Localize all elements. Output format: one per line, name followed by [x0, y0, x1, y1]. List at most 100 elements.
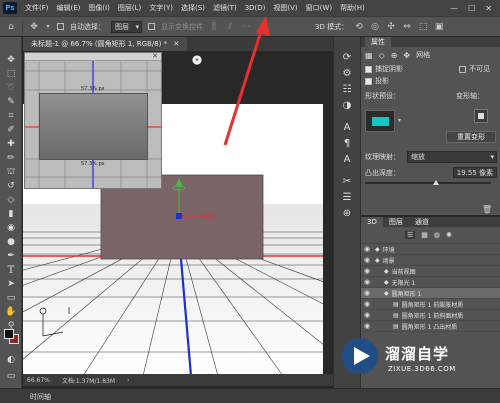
- more-options-icon[interactable]: ⋯: [241, 22, 251, 32]
- path-select-icon[interactable]: ➤: [0, 277, 22, 291]
- eyedropper-tool-icon[interactable]: ✐: [0, 123, 22, 137]
- visibility-eye-icon[interactable]: ◉: [361, 245, 373, 253]
- secondary-view-close-icon[interactable]: ✕: [152, 52, 158, 60]
- dodge-tool-icon[interactable]: ●: [0, 235, 22, 249]
- scene-list-item[interactable]: ◉ ▤ 圆角矩形 1 前膨胀材质: [361, 299, 500, 310]
- visibility-eye-icon[interactable]: ◉: [361, 267, 373, 275]
- menu-image[interactable]: 图像(I): [84, 3, 114, 13]
- distribute-icon[interactable]: ⫽: [225, 22, 235, 32]
- properties-tab[interactable]: 属性: [365, 37, 391, 47]
- menu-3d[interactable]: 3D(D): [241, 4, 270, 12]
- scale-3d-icon[interactable]: ⬚: [418, 22, 428, 32]
- crop-tool-icon[interactable]: ⌗: [0, 109, 22, 123]
- filter-material-icon[interactable]: ◍: [434, 231, 440, 239]
- tab-layers[interactable]: 图层: [383, 217, 409, 227]
- properties-panel-icon[interactable]: ⚙: [334, 65, 360, 81]
- menu-view[interactable]: 视图(V): [269, 3, 301, 13]
- tools-icon[interactable]: ✂: [334, 173, 360, 189]
- menu-select[interactable]: 选择(S): [177, 3, 209, 13]
- status-arrow-icon[interactable]: ›: [127, 377, 129, 384]
- menu-edit[interactable]: 编辑(E): [53, 3, 85, 13]
- healing-brush-icon[interactable]: ✚: [0, 137, 22, 151]
- visibility-eye-icon[interactable]: ◉: [361, 289, 373, 297]
- adjustments-icon[interactable]: ☷: [334, 81, 360, 97]
- close-window-button[interactable]: ✕: [485, 4, 492, 13]
- texture-map-dropdown[interactable]: 缩放: [407, 151, 497, 163]
- screen-mode-icon[interactable]: ▭: [0, 369, 22, 383]
- visibility-eye-icon[interactable]: ◉: [361, 278, 373, 286]
- tab-channels[interactable]: 通道: [409, 217, 435, 227]
- filter-mesh-icon[interactable]: ▦: [421, 231, 428, 239]
- invisible-checkbox[interactable]: [459, 65, 466, 73]
- extrusion-depth-slider-thumb[interactable]: [433, 180, 439, 185]
- maximize-button[interactable]: ☐: [468, 4, 475, 13]
- slide-3d-icon[interactable]: ⇔: [402, 22, 412, 32]
- document-tab[interactable]: 未标题-1 @ 66.7% (圆角矩形 1, RGB/8) * ✕: [23, 37, 188, 51]
- cast-shadow-checkbox[interactable]: [365, 77, 372, 85]
- color-icon[interactable]: ◑: [334, 97, 360, 113]
- history-icon[interactable]: ⟳: [334, 49, 360, 65]
- show-transform-checkbox[interactable]: [148, 23, 155, 30]
- visibility-eye-icon[interactable]: ◉: [361, 300, 373, 308]
- quick-select-tool-icon[interactable]: ✎: [0, 95, 22, 109]
- filter-scene-icon[interactable]: ☰: [405, 231, 416, 239]
- foreground-color-swatch[interactable]: [4, 329, 14, 339]
- roll-3d-icon[interactable]: ◎: [370, 22, 380, 32]
- menu-filter[interactable]: 滤镜(T): [209, 3, 241, 13]
- libraries-icon[interactable]: ☰: [334, 189, 360, 205]
- gradient-tool-icon[interactable]: ▮: [0, 207, 22, 221]
- timeline-label[interactable]: 时间轴: [30, 392, 51, 402]
- pan-3d-icon[interactable]: ✣: [386, 22, 396, 32]
- 3d-secondary-view[interactable]: ✕ 57.3% px 57.3% px: [24, 52, 162, 189]
- lasso-tool-icon[interactable]: ➰: [0, 81, 22, 95]
- minimize-button[interactable]: —: [450, 4, 458, 13]
- eraser-tool-icon[interactable]: ◇: [0, 193, 22, 207]
- camera-icon[interactable]: ▣: [434, 22, 444, 32]
- menu-type[interactable]: 文字(Y): [145, 3, 177, 13]
- zoom-level[interactable]: 66.67%: [27, 377, 50, 384]
- paragraph-icon[interactable]: ¶: [334, 135, 360, 151]
- brush-tool-icon[interactable]: ✏: [0, 151, 22, 165]
- tab-3d[interactable]: 3D: [361, 217, 383, 227]
- scene-list-item[interactable]: ◉ ◆ 环境: [361, 244, 500, 255]
- character-icon[interactable]: A: [334, 119, 360, 135]
- secondary-view-header[interactable]: ✕: [25, 52, 161, 61]
- mesh-mode-icon[interactable]: ▦: [365, 51, 373, 60]
- scene-list-item[interactable]: ◉ ▤ 圆角矩形 1 前斜面材质: [361, 310, 500, 321]
- move-tool-icon[interactable]: ✥: [29, 22, 39, 32]
- trash-icon[interactable]: 🗑: [482, 205, 492, 214]
- type-tool-icon[interactable]: T: [0, 263, 22, 277]
- hand-tool-icon[interactable]: ✋: [0, 305, 22, 319]
- extrusion-depth-input[interactable]: 19.55 像素: [452, 167, 497, 178]
- filter-light-icon[interactable]: ✺: [446, 231, 452, 239]
- move-tool-icon[interactable]: ✥: [0, 53, 22, 67]
- visibility-eye-icon[interactable]: ◉: [361, 311, 373, 319]
- menu-help[interactable]: 帮助(H): [336, 3, 369, 13]
- auto-select-dropdown[interactable]: 图层: [111, 20, 142, 33]
- rectangle-tool-icon[interactable]: ▭: [0, 291, 22, 305]
- scene-list-item[interactable]: ◉ ◆ 场景: [361, 255, 500, 266]
- reset-deform-button[interactable]: 重置变形: [446, 131, 496, 143]
- coordinates-mode-icon[interactable]: ✥: [403, 51, 410, 60]
- catch-shadow-checkbox[interactable]: [365, 65, 372, 73]
- menu-file[interactable]: 文件(F): [21, 3, 53, 13]
- align-icon[interactable]: ⫼: [209, 22, 219, 32]
- clone-stamp-icon[interactable]: ⛫: [0, 165, 22, 179]
- timeline-panel-bar[interactable]: 时间轴: [0, 388, 500, 403]
- close-tab-icon[interactable]: ✕: [173, 40, 179, 48]
- 3d-panel-icon[interactable]: ⊛: [334, 205, 360, 221]
- cap-mode-icon[interactable]: ⊕: [391, 51, 398, 60]
- pen-tool-icon[interactable]: ✒: [0, 249, 22, 263]
- glyphs-icon[interactable]: A: [334, 151, 360, 167]
- scene-list-item[interactable]: ◉ ◆ 圆角矩形 1: [361, 288, 500, 299]
- auto-select-checkbox[interactable]: [57, 23, 64, 30]
- chevron-down-icon[interactable]: ▾: [45, 22, 51, 32]
- shape-preset-swatch[interactable]: [365, 110, 395, 132]
- visibility-eye-icon[interactable]: ◉: [361, 256, 373, 264]
- blur-tool-icon[interactable]: ◉: [0, 221, 22, 235]
- orbit-3d-icon[interactable]: ⟲: [354, 22, 364, 32]
- marquee-tool-icon[interactable]: ⬚: [0, 67, 22, 81]
- scene-list-item[interactable]: ◉ ◆ 无限光 1: [361, 277, 500, 288]
- menu-layer[interactable]: 图层(L): [114, 3, 145, 13]
- home-icon[interactable]: ⌂: [6, 22, 16, 32]
